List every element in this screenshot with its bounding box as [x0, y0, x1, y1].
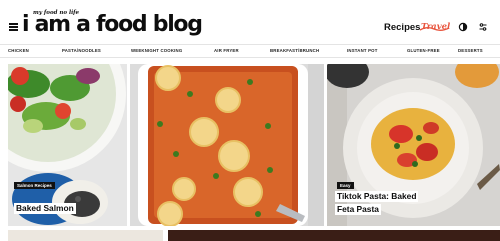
site-header: my food no life i am a food blog Recipes…: [0, 0, 500, 42]
recipe-card-partial[interactable]: [8, 230, 163, 241]
scribble-strike-decoration: [419, 27, 450, 31]
card-title-line-1: Tiktok Pasta: Baked: [335, 191, 419, 202]
category-badge: Easy: [337, 182, 354, 189]
card-title: Baked Salmon: [14, 203, 76, 214]
baked-dish-photo: [130, 64, 324, 226]
category-badge: Salmon Recipes: [14, 182, 55, 189]
category-link[interactable]: DESSERTS: [458, 48, 483, 53]
recipe-card-partial[interactable]: [168, 230, 500, 241]
recipe-card-tiktok-pasta[interactable]: Easy Tiktok Pasta: Baked Feta Pasta: [327, 64, 500, 226]
category-link[interactable]: AIR FRYER: [214, 48, 239, 53]
recipe-card-featured[interactable]: [130, 64, 324, 226]
category-link[interactable]: WEEKNIGHT COOKING: [131, 48, 182, 53]
salad-photo: [8, 64, 127, 226]
menu-icon[interactable]: [9, 23, 18, 31]
site-logo[interactable]: my food no life i am a food blog: [22, 10, 212, 40]
category-nav: CHICKEN PASTA/NOODLES WEEKNIGHT COOKING …: [0, 44, 500, 58]
category-link[interactable]: BREAKFAST/BRUNCH: [270, 48, 319, 53]
category-link[interactable]: PASTA/NOODLES: [62, 48, 101, 53]
logo-wordmark: i am a food blog: [22, 12, 203, 37]
nav-recipes-link[interactable]: Recipes: [384, 22, 420, 33]
recipe-card-baked-salmon[interactable]: Salmon Recipes Baked Salmon: [8, 64, 127, 226]
half-moon-theme-icon[interactable]: [458, 22, 468, 32]
category-link[interactable]: INSTANT POT: [347, 48, 378, 53]
category-link[interactable]: CHICKEN: [8, 48, 29, 53]
card-title-line-2: Feta Pasta: [335, 204, 381, 215]
category-link[interactable]: GLUTEN-FREE: [407, 48, 440, 53]
search-icon[interactable]: [478, 22, 488, 32]
